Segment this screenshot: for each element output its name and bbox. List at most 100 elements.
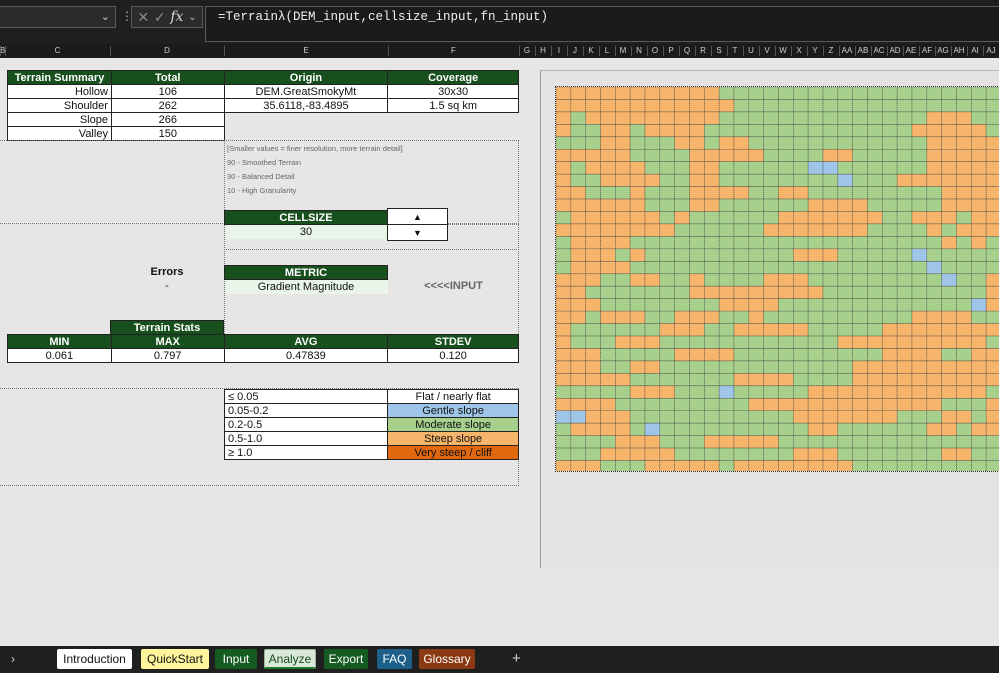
heatmap-cell[interactable] (600, 348, 616, 362)
origin-coords[interactable]: 35.6118,-83.4895 (223, 98, 389, 113)
heatmap-cell[interactable] (689, 198, 705, 212)
heatmap-cell[interactable] (882, 385, 898, 399)
tab-input[interactable]: Input (215, 649, 257, 669)
heatmap-cell[interactable] (867, 447, 883, 461)
heatmap-cell[interactable] (896, 422, 913, 436)
heatmap-cell[interactable] (585, 273, 601, 287)
heatmap-cell[interactable] (941, 460, 957, 472)
heatmap-cell[interactable] (585, 335, 601, 349)
heatmap-cell[interactable] (941, 422, 957, 436)
column-header-ae[interactable]: AE (903, 46, 919, 56)
heatmap-cell[interactable] (748, 447, 764, 461)
heatmap-cell[interactable] (956, 447, 972, 461)
heatmap-cell[interactable] (556, 261, 572, 275)
heatmap-cell[interactable] (778, 273, 794, 287)
heatmap-cell[interactable] (822, 211, 839, 225)
add-sheet-icon[interactable]: + (512, 650, 521, 667)
heatmap-cell[interactable] (852, 198, 868, 212)
heatmap-cell[interactable] (867, 223, 883, 237)
heatmap-cell[interactable] (763, 186, 779, 200)
heatmap-cell[interactable] (837, 273, 853, 287)
heatmap-cell[interactable] (763, 460, 779, 472)
heatmap-cell[interactable] (615, 261, 631, 275)
heatmap-cell[interactable] (852, 373, 868, 387)
heatmap-cell[interactable] (896, 285, 913, 299)
heatmap-cell[interactable] (852, 285, 868, 299)
legend-label[interactable]: Steep slope (387, 431, 519, 446)
heatmap-cell[interactable] (748, 410, 764, 424)
heatmap-cell[interactable] (718, 111, 735, 125)
legend-range[interactable]: 0.05-0.2 (223, 403, 389, 418)
heatmap-cell[interactable] (971, 124, 987, 138)
heatmap-cell[interactable] (896, 248, 913, 262)
heatmap-cell[interactable] (896, 447, 913, 461)
heatmap-cell[interactable] (822, 261, 839, 275)
confirm-icon[interactable]: ✓ (154, 9, 166, 26)
legend-label[interactable]: Flat / nearly flat (387, 389, 519, 404)
heatmap-cell[interactable] (926, 460, 942, 472)
heatmap-cell[interactable] (689, 148, 705, 163)
heatmap-cell[interactable] (704, 173, 720, 187)
heatmap-cell[interactable] (822, 460, 839, 472)
heatmap-cell[interactable] (837, 186, 853, 200)
heatmap-cell[interactable] (911, 460, 928, 472)
heatmap-cell[interactable] (748, 460, 764, 472)
heatmap-cell[interactable] (689, 435, 705, 449)
heatmap-cell[interactable] (807, 248, 824, 262)
heatmap-cell[interactable] (689, 323, 705, 337)
summary-total[interactable]: 106 (110, 84, 225, 99)
tab-introduction[interactable]: Introduction (57, 649, 132, 669)
heatmap-cell[interactable] (704, 111, 720, 125)
heatmap-cell[interactable] (852, 111, 868, 125)
heatmap-cell[interactable] (971, 285, 987, 299)
summary-total[interactable]: 150 (110, 126, 225, 141)
heatmap-cell[interactable] (837, 410, 853, 424)
heatmap-cell[interactable] (659, 310, 675, 324)
heatmap-cell[interactable] (956, 298, 972, 312)
column-header-y[interactable]: Y (807, 46, 823, 56)
heatmap-cell[interactable] (763, 173, 779, 187)
heatmap-cell[interactable] (867, 148, 883, 163)
heatmap-cell[interactable] (733, 261, 750, 275)
coverage-grid[interactable]: 30x30 (387, 84, 519, 99)
heatmap-cell[interactable] (659, 173, 675, 187)
heatmap-cell[interactable] (689, 248, 705, 262)
heatmap-cell[interactable] (570, 99, 586, 113)
heatmap-cell[interactable] (822, 173, 839, 187)
heatmap-cell[interactable] (748, 198, 764, 212)
heatmap-cell[interactable] (985, 148, 999, 163)
heatmap-cell[interactable] (733, 460, 750, 472)
heatmap-cell[interactable] (674, 348, 690, 362)
heatmap-cell[interactable] (822, 148, 839, 163)
heatmap-cell[interactable] (807, 236, 824, 250)
column-header-ai[interactable]: AI (967, 46, 983, 56)
heatmap-cell[interactable] (985, 87, 999, 100)
heatmap-cell[interactable] (852, 248, 868, 262)
heatmap-cell[interactable] (807, 298, 824, 312)
heatmap-cell[interactable] (748, 373, 764, 387)
column-header-r[interactable]: R (695, 46, 711, 56)
heatmap-cell[interactable] (556, 248, 572, 262)
heatmap-cell[interactable] (629, 161, 646, 175)
heatmap-cell[interactable] (896, 335, 913, 349)
heatmap-cell[interactable] (704, 373, 720, 387)
heatmap-cell[interactable] (704, 397, 720, 412)
heatmap-cell[interactable] (718, 161, 735, 175)
heatmap-cell[interactable] (837, 385, 853, 399)
summary-label[interactable]: Slope (7, 112, 112, 127)
heatmap-cell[interactable] (748, 248, 764, 262)
heatmap-cell[interactable] (911, 422, 928, 436)
heatmap-cell[interactable] (778, 198, 794, 212)
heatmap-cell[interactable] (748, 111, 764, 125)
heatmap-cell[interactable] (718, 236, 735, 250)
heatmap-cell[interactable] (896, 186, 913, 200)
heatmap-cell[interactable] (585, 148, 601, 163)
heatmap-cell[interactable] (659, 422, 675, 436)
heatmap-cell[interactable] (867, 435, 883, 449)
heatmap-cell[interactable] (822, 323, 839, 337)
heatmap-cell[interactable] (615, 99, 631, 113)
heatmap-cell[interactable] (822, 397, 839, 412)
heatmap-cell[interactable] (971, 148, 987, 163)
heatmap-cell[interactable] (556, 435, 572, 449)
heatmap-cell[interactable] (956, 285, 972, 299)
